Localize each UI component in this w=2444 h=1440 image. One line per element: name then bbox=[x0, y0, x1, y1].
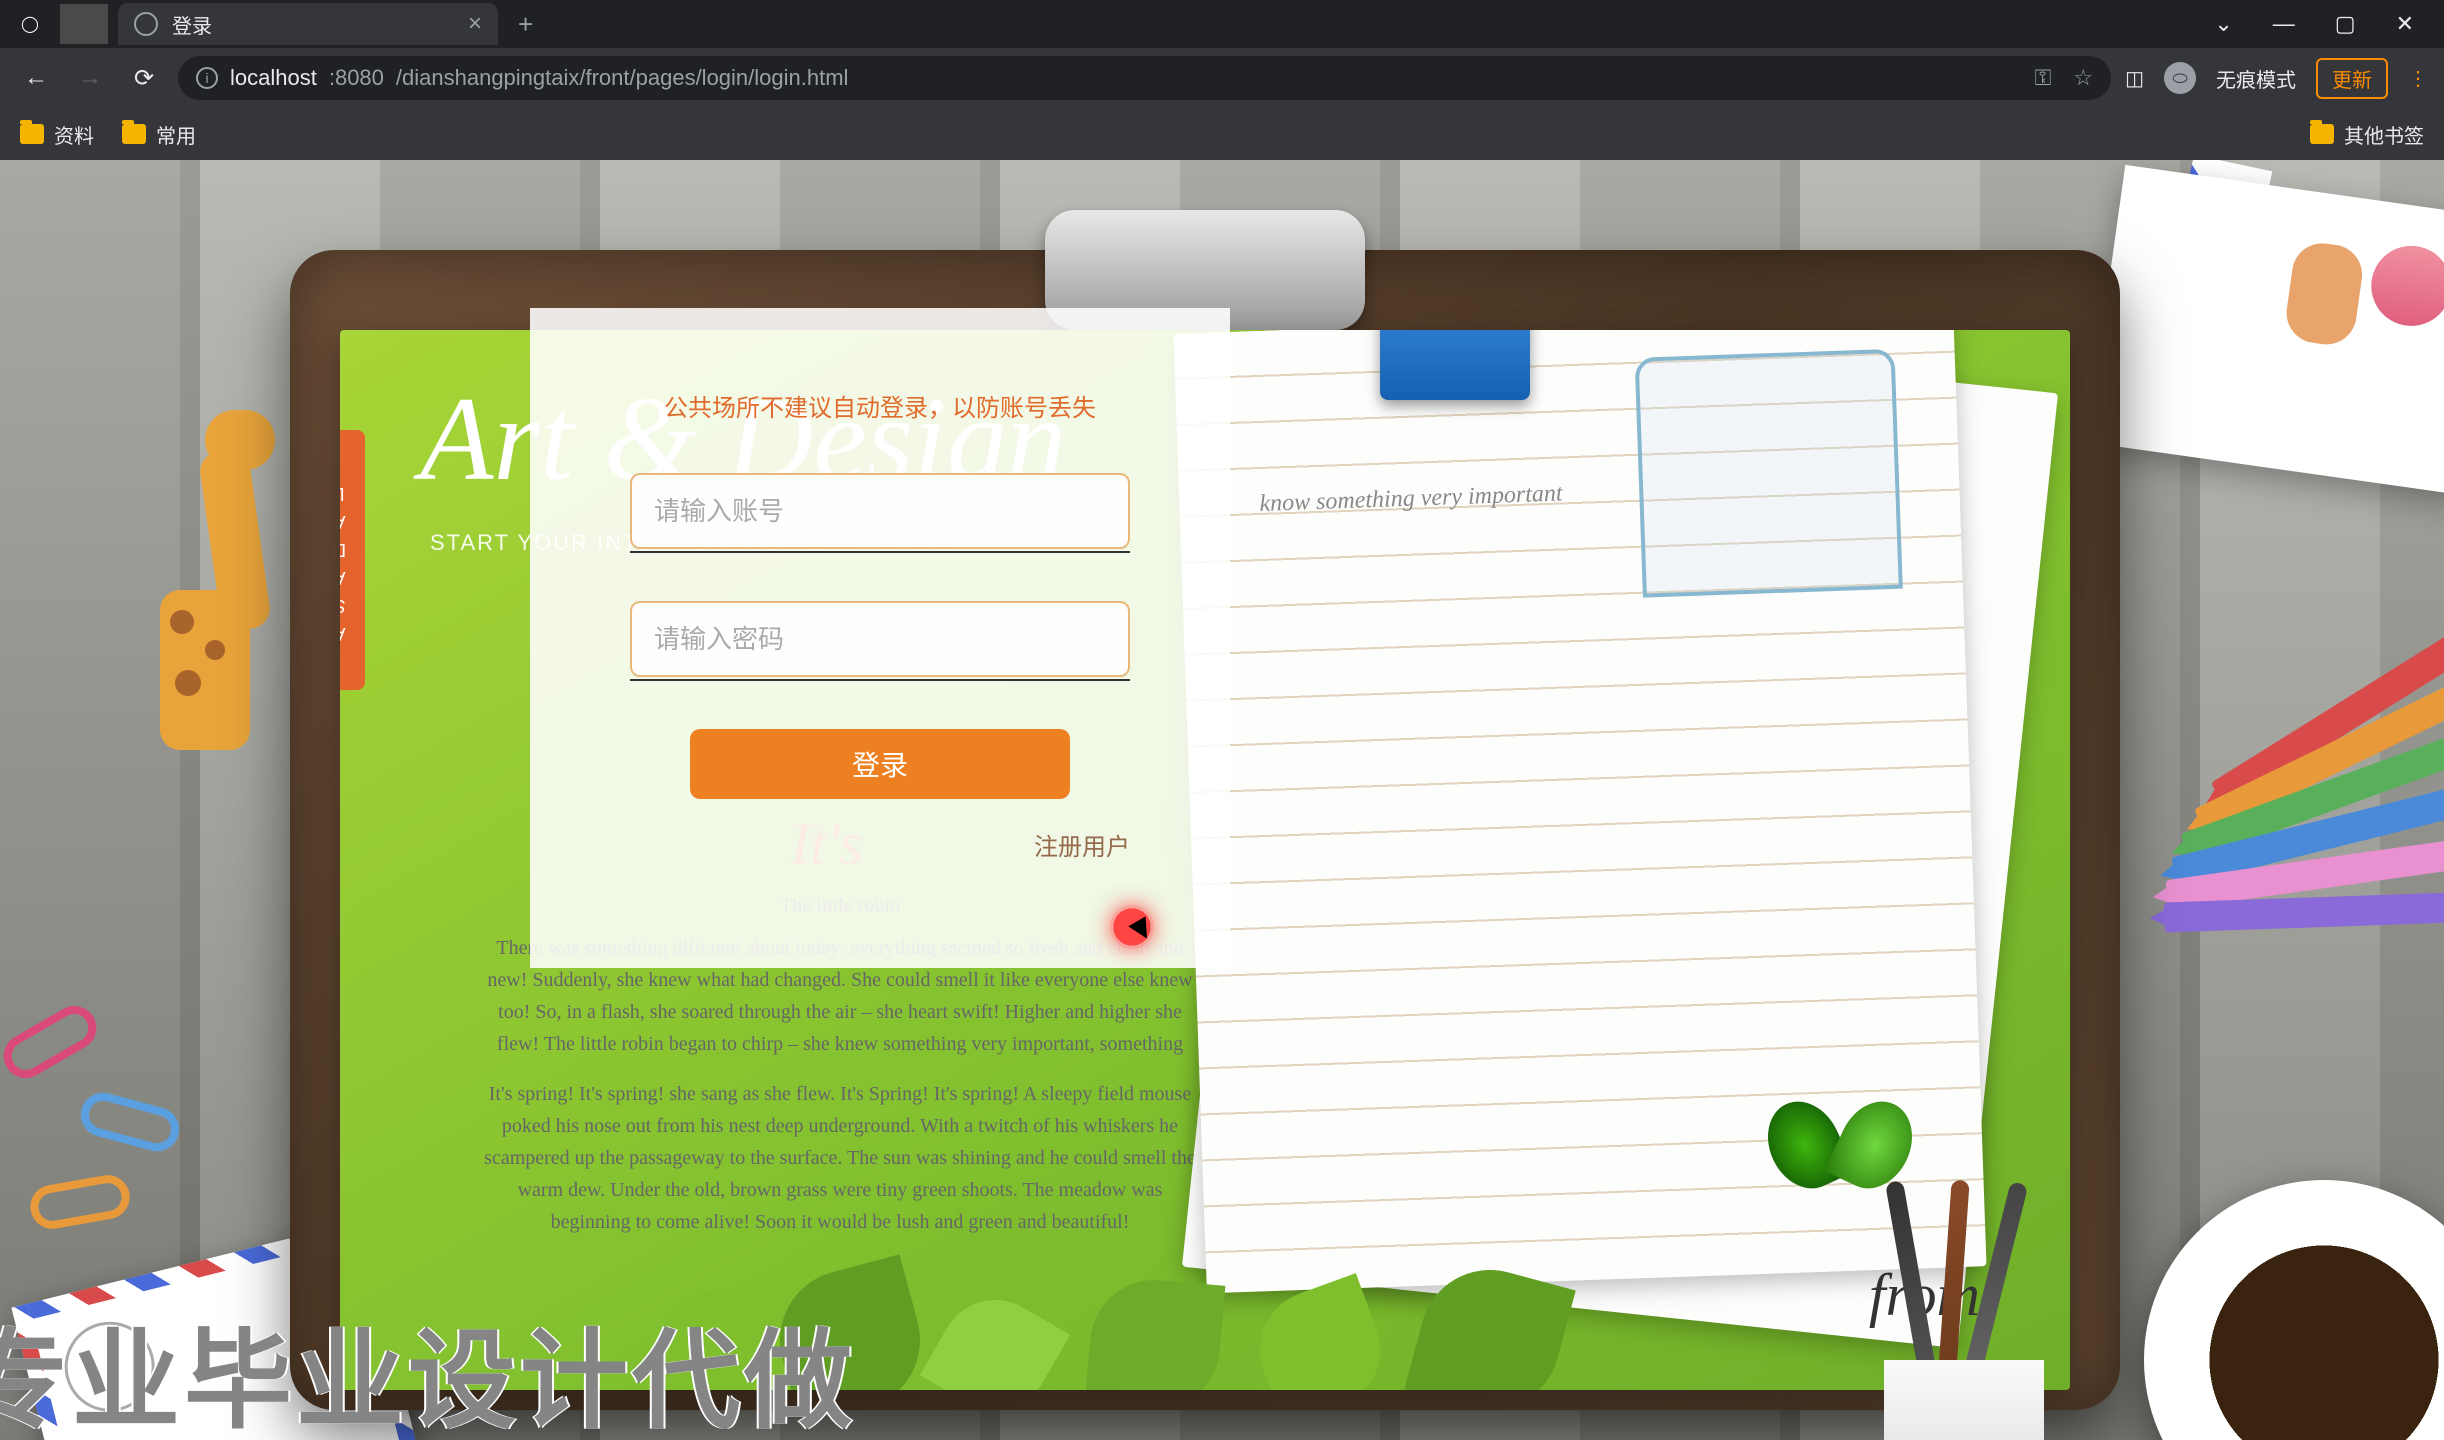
other-bookmarks[interactable]: 其他书签 bbox=[2310, 120, 2424, 149]
password-input[interactable] bbox=[630, 601, 1130, 677]
globe-icon bbox=[134, 12, 158, 36]
login-button[interactable]: 登录 bbox=[690, 729, 1070, 799]
url-port: :8080 bbox=[329, 65, 384, 91]
app-icon: ◯ bbox=[10, 4, 50, 44]
pen-holder-illustration bbox=[1844, 1220, 2084, 1440]
star-icon[interactable]: ☆ bbox=[2073, 65, 2093, 91]
coffee-cup-illustration bbox=[2144, 1180, 2444, 1440]
browser-tab[interactable]: 登录 × bbox=[118, 3, 498, 45]
username-input[interactable] bbox=[630, 473, 1130, 549]
paperclip-icon bbox=[27, 1172, 133, 1233]
dropdown-icon[interactable]: ⌄ bbox=[2214, 11, 2232, 37]
new-tab-button[interactable]: + bbox=[498, 9, 553, 40]
menu-icon[interactable]: ⋮ bbox=[2408, 66, 2428, 91]
giraffe-illustration bbox=[120, 430, 300, 810]
folder-icon bbox=[2310, 124, 2334, 144]
tab-title: 登录 bbox=[172, 10, 212, 39]
key-icon[interactable]: ⚿ bbox=[2035, 65, 2052, 91]
watermark-text: 专业毕业设计代做 bbox=[0, 1294, 856, 1440]
incognito-icon: ⬭ bbox=[2164, 62, 2196, 94]
pencils-illustration bbox=[2164, 590, 2444, 1110]
page-body: photograph ASADAL Art & Design START YOU… bbox=[0, 160, 2444, 1440]
update-button[interactable]: 更新 bbox=[2316, 58, 2388, 99]
orange-tab: ASADAL bbox=[340, 430, 365, 690]
maximize-icon[interactable]: ▢ bbox=[2335, 11, 2356, 37]
paper-text: know something very important bbox=[1259, 480, 1563, 518]
login-form: 公共场所不建议自动登录，以防账号丢失 登录 注册用户 bbox=[530, 308, 1230, 968]
carousel-icon bbox=[1635, 349, 1903, 598]
url-host: localhost bbox=[230, 65, 317, 91]
task-view-icon[interactable] bbox=[60, 4, 108, 44]
forward-button: → bbox=[70, 58, 110, 98]
site-info-icon[interactable]: i bbox=[196, 67, 218, 89]
close-window-icon[interactable]: ✕ bbox=[2396, 11, 2414, 37]
back-button[interactable]: ← bbox=[16, 58, 56, 98]
login-warning: 公共场所不建议自动登录，以防账号丢失 bbox=[630, 388, 1130, 423]
panel-toggle-icon[interactable]: ◫ bbox=[2125, 66, 2144, 91]
address-bar[interactable]: i localhost :8080/dianshangpingtaix/front… bbox=[178, 56, 2111, 100]
minimize-icon[interactable]: — bbox=[2273, 11, 2295, 37]
bookmark-folder-2[interactable]: 常用 bbox=[122, 120, 196, 149]
paperclip-icon bbox=[76, 1088, 184, 1156]
folder-icon bbox=[20, 124, 44, 144]
close-icon[interactable]: × bbox=[468, 10, 482, 38]
reload-button[interactable]: ⟳ bbox=[124, 58, 164, 98]
postcard-illustration bbox=[2086, 165, 2444, 495]
incognito-label: 无痕模式 bbox=[2216, 64, 2296, 93]
binder-clip-icon bbox=[1380, 330, 1530, 400]
bookmark-folder-1[interactable]: 资料 bbox=[20, 120, 94, 149]
paperclip-icon bbox=[0, 998, 104, 1086]
url-path: /dianshangpingtaix/front/pages/login/log… bbox=[396, 65, 849, 91]
folder-icon bbox=[122, 124, 146, 144]
register-link[interactable]: 注册用户 bbox=[630, 827, 1130, 862]
